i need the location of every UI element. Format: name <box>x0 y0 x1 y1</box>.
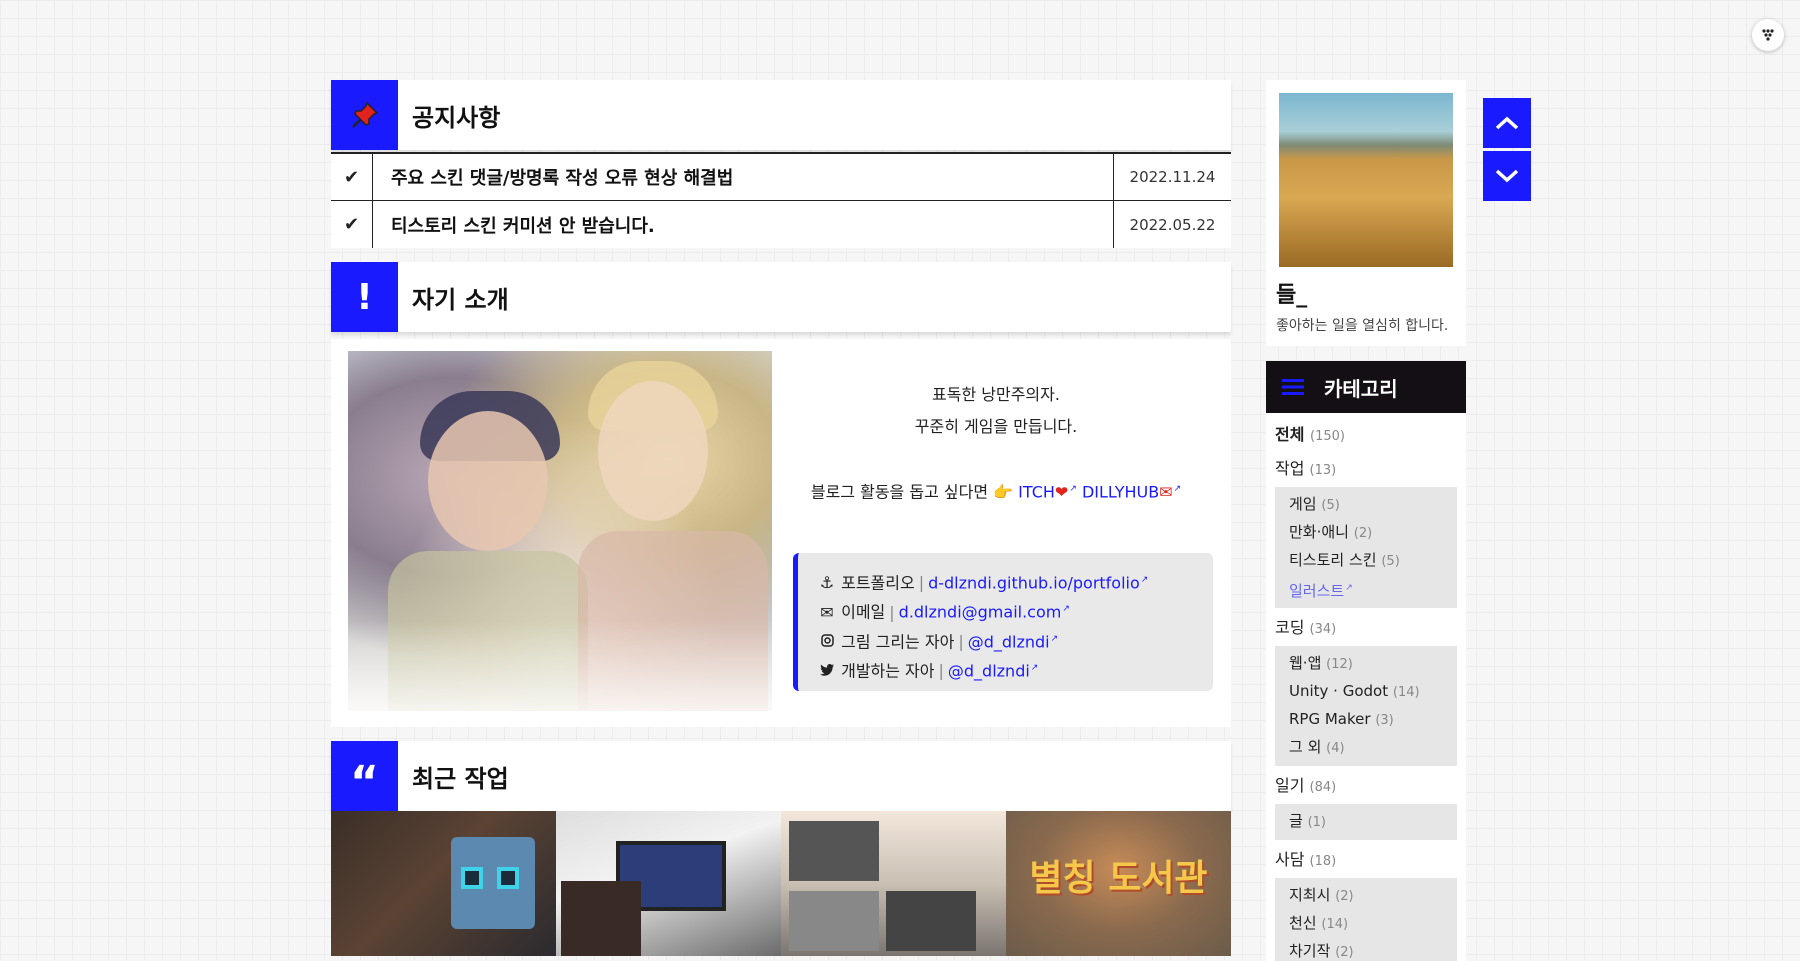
exclamation-icon: ! <box>331 262 398 332</box>
main-column: 공지사항 ✔ 주요 스킨 댓글/방명록 작성 오류 현상 해결법 2022.11… <box>331 80 1231 956</box>
anchor-icon: ⚓ <box>819 573 835 593</box>
notice-item[interactable]: ✔ 티스토리 스킨 커미션 안 받습니다. 2022.05.22 <box>331 200 1231 248</box>
subcategory-item[interactable]: 일러스트↗ <box>1289 575 1457 604</box>
hamburger-icon <box>1282 379 1304 395</box>
category-item[interactable]: 작업 (13) <box>1275 453 1457 487</box>
notice-header: 공지사항 <box>331 80 1231 150</box>
contact-portfolio: ⚓ 포트폴리오 | d-dlzndi.github.io/portfolio↗ <box>818 567 1213 596</box>
portfolio-link[interactable]: d-dlzndi.github.io/portfolio <box>928 573 1140 592</box>
quote-icon: “ <box>331 741 398 811</box>
profile-image <box>1279 93 1453 267</box>
category-header: 카테고리 <box>1266 361 1466 413</box>
envelope-icon: ✉ <box>820 602 834 622</box>
notice-list: ✔ 주요 스킨 댓글/방명록 작성 오류 현상 해결법 2022.11.24 ✔… <box>331 152 1231 248</box>
contact-box: ⚓ 포트폴리오 | d-dlzndi.github.io/portfolio↗ ✉ … <box>793 553 1213 691</box>
heart-icon: ❤ <box>1054 482 1069 502</box>
profile-desc: 좋아하는 일을 열심히 합니다. <box>1276 318 1449 334</box>
scroll-up-button[interactable] <box>1483 98 1531 148</box>
external-link-icon: ↗ <box>1173 484 1182 494</box>
external-link-icon: ↗ <box>1069 484 1077 494</box>
subcategory-list: 글 (1) <box>1275 804 1457 840</box>
subcategory-item[interactable]: Unity · Godot (14) <box>1289 678 1457 706</box>
works-header: “ 최근 작업 <box>331 741 1231 811</box>
subcategory-item[interactable]: 만화·애니 (2) <box>1289 519 1457 547</box>
category-item[interactable]: 일기 (84) <box>1275 770 1457 804</box>
subcategory-item[interactable]: 웹·앱 (12) <box>1289 650 1457 678</box>
contact-twitter: 개발하는 자아 | @d_dlzndi↗ <box>818 655 1213 684</box>
sidebar: 들_ 좋아하는 일을 열심히 합니다. 카테고리 전체 (150) 작업 (13… <box>1266 80 1466 961</box>
subcategory-item[interactable]: 차기작 (2) <box>1289 938 1457 961</box>
menu-button[interactable] <box>1752 19 1784 51</box>
works-grid: 별칭 도서관 <box>331 811 1231 956</box>
external-link-icon: ↗ <box>1062 604 1070 615</box>
subcategory-list: 지최시 (2) 천신 (14) 차기작 (2) <box>1275 878 1457 961</box>
profile-card: 들_ 좋아하는 일을 열심히 합니다. <box>1266 80 1466 346</box>
pushpin-icon <box>331 80 398 150</box>
work4-title: 별칭 도서관 <box>1029 858 1208 899</box>
chevron-down-icon <box>1495 169 1519 183</box>
profile-name: 들_ <box>1276 283 1308 308</box>
intro-line1: 표독한 낭만주의자. <box>932 385 1060 404</box>
letter-icon: ✉ <box>1159 482 1173 502</box>
work-thumbnail[interactable] <box>556 811 781 956</box>
chevron-up-icon <box>1495 116 1519 130</box>
subcategory-item[interactable]: 지최시 (2) <box>1289 882 1457 910</box>
scroll-down-button[interactable] <box>1483 151 1531 201</box>
email-link[interactable]: d.dlzndi@gmail.com <box>899 603 1062 622</box>
twitter-link[interactable]: @d_dlzndi <box>948 661 1030 680</box>
external-link-icon: ↗ <box>1140 575 1149 585</box>
intro-title: 자기 소개 <box>412 285 509 314</box>
subcategory-item[interactable]: 그 외 (4) <box>1289 734 1457 762</box>
subcategory-item[interactable]: 티스토리 스킨 (5) <box>1289 547 1457 575</box>
notice-item-title[interactable]: 티스토리 스킨 커미션 안 받습니다. <box>373 212 1113 238</box>
category-item[interactable]: 사담 (18) <box>1275 844 1457 878</box>
notice-item[interactable]: ✔ 주요 스킨 댓글/방명록 작성 오류 현상 해결법 2022.11.24 <box>331 152 1231 200</box>
check-icon: ✔ <box>331 154 373 200</box>
intro-header: ! 자기 소개 <box>331 262 1231 332</box>
instagram-icon <box>818 629 836 655</box>
external-link-icon: ↗ <box>1030 662 1039 673</box>
support-line: 블로그 활동을 돕고 싶다면 👉 ITCH❤↗ DILLYHUB✉↗ <box>786 473 1206 508</box>
category-all[interactable]: 전체 (150) <box>1275 419 1457 453</box>
check-icon: ✔ <box>331 201 373 248</box>
category-item[interactable]: 코딩 (34) <box>1275 612 1457 646</box>
itch-link[interactable]: ITCH <box>1018 482 1055 501</box>
works-title: 최근 작업 <box>412 764 509 793</box>
notice-title: 공지사항 <box>412 103 501 132</box>
category-title: 카테고리 <box>1324 376 1398 401</box>
support-prefix: 블로그 활동을 돕고 싶다면 👉 <box>810 482 1014 502</box>
dots-menu-icon <box>1762 29 1774 41</box>
dillyhub-link[interactable]: DILLYHUB <box>1082 482 1159 501</box>
external-link-icon: ↗ <box>1050 633 1059 644</box>
contact-instagram: 그림 그리는 자아 | @d_dlzndi↗ <box>818 626 1213 655</box>
subcategory-list: 게임 (5) 만화·애니 (2) 티스토리 스킨 (5) 일러스트↗ <box>1275 487 1457 608</box>
subcategory-item[interactable]: 글 (1) <box>1289 808 1457 836</box>
intro-text: 표독한 낭만주의자. 꾸준히 게임을 만듭니다. 블로그 활동을 돕고 싶다면 … <box>786 379 1206 508</box>
category-list: 전체 (150) 작업 (13) 게임 (5) 만화·애니 (2) 티스토리 스… <box>1266 413 1466 961</box>
instagram-link[interactable]: @d_dlzndi <box>968 632 1050 651</box>
contact-email: ✉ 이메일 | d.dlzndi@gmail.com↗ <box>818 596 1213 625</box>
work-thumbnail[interactable]: 별칭 도서관 <box>1006 811 1231 956</box>
notice-item-date: 2022.11.24 <box>1113 154 1231 200</box>
intro-line2: 꾸준히 게임을 만듭니다. <box>914 417 1078 436</box>
intro-body: 표독한 낭만주의자. 꾸준히 게임을 만듭니다. 블로그 활동을 돕고 싶다면 … <box>331 339 1231 727</box>
subcategory-item[interactable]: 천신 (14) <box>1289 910 1457 938</box>
twitter-icon <box>818 658 836 684</box>
external-link-icon: ↗ <box>1345 583 1353 593</box>
subcategory-item[interactable]: RPG Maker (3) <box>1289 706 1457 734</box>
notice-item-date: 2022.05.22 <box>1113 201 1231 248</box>
intro-illustration <box>348 351 772 711</box>
notice-item-title[interactable]: 주요 스킨 댓글/방명록 작성 오류 현상 해결법 <box>373 164 1113 190</box>
subcategory-list: 웹·앱 (12) Unity · Godot (14) RPG Maker (3… <box>1275 646 1457 766</box>
work-thumbnail[interactable] <box>781 811 1006 956</box>
work-thumbnail[interactable] <box>331 811 556 956</box>
subcategory-item[interactable]: 게임 (5) <box>1289 491 1457 519</box>
